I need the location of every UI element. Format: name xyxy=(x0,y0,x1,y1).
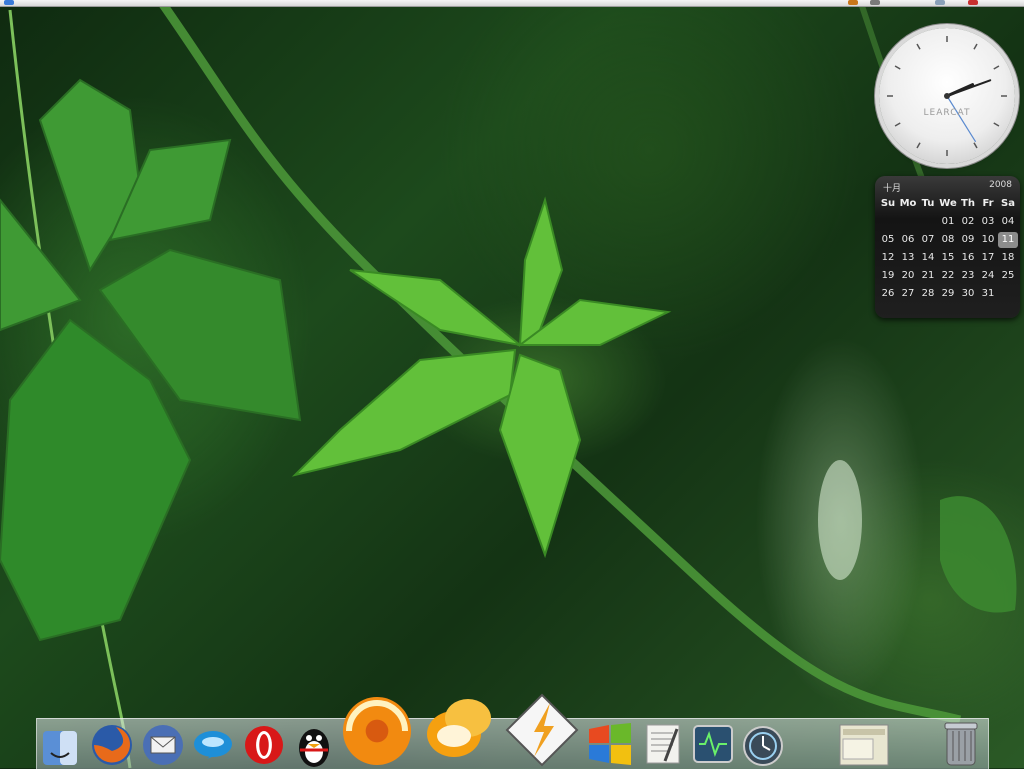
window-thumbnail-icon[interactable] xyxy=(839,723,889,767)
clock-face xyxy=(887,36,1007,156)
swirl-app-icon[interactable] xyxy=(341,695,413,767)
calendar-day[interactable]: 17 xyxy=(978,250,998,266)
text-editor-icon[interactable] xyxy=(641,723,687,767)
calendar-day[interactable]: 25 xyxy=(998,268,1018,284)
calendar-widget[interactable]: 十月 2008 Su Mo Tu We Th Fr Sa 01 02 03 04 05 0… xyxy=(875,176,1020,318)
calendar-day[interactable]: 30 xyxy=(958,286,978,302)
calendar-day[interactable]: 18 xyxy=(998,250,1018,266)
calendar-day[interactable]: 26 xyxy=(878,286,898,302)
calendar-day[interactable]: 31 xyxy=(978,286,998,302)
mail-icon[interactable] xyxy=(141,723,185,767)
weekday-label: Th xyxy=(961,198,975,209)
desktop-wallpaper xyxy=(0,0,1017,768)
volume-icon[interactable] xyxy=(870,0,880,5)
battery-icon[interactable] xyxy=(935,0,945,5)
calendar-day[interactable]: 10 xyxy=(978,232,998,248)
trash-icon[interactable] xyxy=(941,721,981,767)
calendar-day[interactable]: 09 xyxy=(958,232,978,248)
chat-bubble-icon[interactable] xyxy=(191,725,235,767)
calendar-day[interactable]: 27 xyxy=(898,286,918,302)
weekday-label: We xyxy=(939,198,957,209)
clock-tray-icon[interactable] xyxy=(968,0,978,5)
clock-brand-label: LEARCAT xyxy=(923,108,971,118)
clock-minute-hand xyxy=(946,79,992,97)
clock-widget[interactable]: LEARCAT xyxy=(879,28,1015,164)
clock-second-hand xyxy=(946,95,977,143)
calendar-day[interactable]: 03 xyxy=(978,214,998,230)
calendar-day[interactable]: 28 xyxy=(918,286,938,302)
weekday-label: Sa xyxy=(1001,198,1015,209)
dock-bar xyxy=(36,693,989,769)
calendar-year: 2008 xyxy=(989,180,1012,190)
top-menubar xyxy=(0,0,1024,7)
windows-icon[interactable] xyxy=(585,721,635,767)
calendar-day[interactable]: 21 xyxy=(918,268,938,284)
calendar-day xyxy=(878,214,898,230)
messenger-icon[interactable] xyxy=(421,685,499,767)
calendar-day xyxy=(918,214,938,230)
calendar-day[interactable]: 04 xyxy=(998,214,1018,230)
opera-icon[interactable] xyxy=(243,723,285,767)
weekday-label: Tu xyxy=(921,198,935,209)
calendar-day[interactable]: 29 xyxy=(938,286,958,302)
weekday-label: Fr xyxy=(982,198,994,209)
calendar-day[interactable]: 16 xyxy=(958,250,978,266)
calendar-day[interactable]: 12 xyxy=(878,250,898,266)
calendar-day[interactable]: 22 xyxy=(938,268,958,284)
calendar-week-row: 26 27 28 29 30 31 xyxy=(878,286,1018,302)
weekday-label: Mo xyxy=(899,198,917,209)
calendar-week-row: 19 20 21 22 23 24 25 xyxy=(878,268,1018,284)
calendar-day[interactable]: 15 xyxy=(938,250,958,266)
qq-penguin-icon[interactable] xyxy=(293,721,335,767)
calendar-day[interactable]: 19 xyxy=(878,268,898,284)
calendar-day[interactable]: 14 xyxy=(918,250,938,266)
calendar-day[interactable]: 24 xyxy=(978,268,998,284)
calendar-day[interactable]: 20 xyxy=(898,268,918,284)
calendar-day xyxy=(898,214,918,230)
calendar-day[interactable]: 02 xyxy=(958,214,978,230)
calendar-day[interactable]: 05 xyxy=(878,232,898,248)
calendar-week-row: 05 06 07 08 09 10 11 xyxy=(878,232,1018,248)
network-icon[interactable] xyxy=(848,0,858,5)
finder-icon[interactable] xyxy=(41,727,79,767)
calendar-month: 十月 xyxy=(883,184,902,194)
activity-monitor-icon[interactable] xyxy=(691,723,735,765)
calendar-day[interactable]: 06 xyxy=(898,232,918,248)
calendar-day[interactable]: 13 xyxy=(898,250,918,266)
time-machine-icon[interactable] xyxy=(741,725,785,767)
calendar-week-row: 12 13 14 15 16 17 18 xyxy=(878,250,1018,266)
calendar-day[interactable]: 01 xyxy=(938,214,958,230)
calendar-day[interactable]: 08 xyxy=(938,232,958,248)
calendar-day xyxy=(998,286,1018,302)
winamp-icon[interactable] xyxy=(505,693,579,767)
calendar-day[interactable]: 11 xyxy=(998,232,1018,248)
calendar-day[interactable]: 23 xyxy=(958,268,978,284)
calendar-weekday-header: Su Mo Tu We Th Fr Sa xyxy=(878,196,1018,212)
weekday-label: Su xyxy=(880,198,896,209)
calendar-week-row: 01 02 03 04 xyxy=(878,214,1018,230)
firefox-icon[interactable] xyxy=(89,723,135,767)
calendar-day[interactable]: 07 xyxy=(918,232,938,248)
apple-menu-icon[interactable] xyxy=(4,0,14,5)
